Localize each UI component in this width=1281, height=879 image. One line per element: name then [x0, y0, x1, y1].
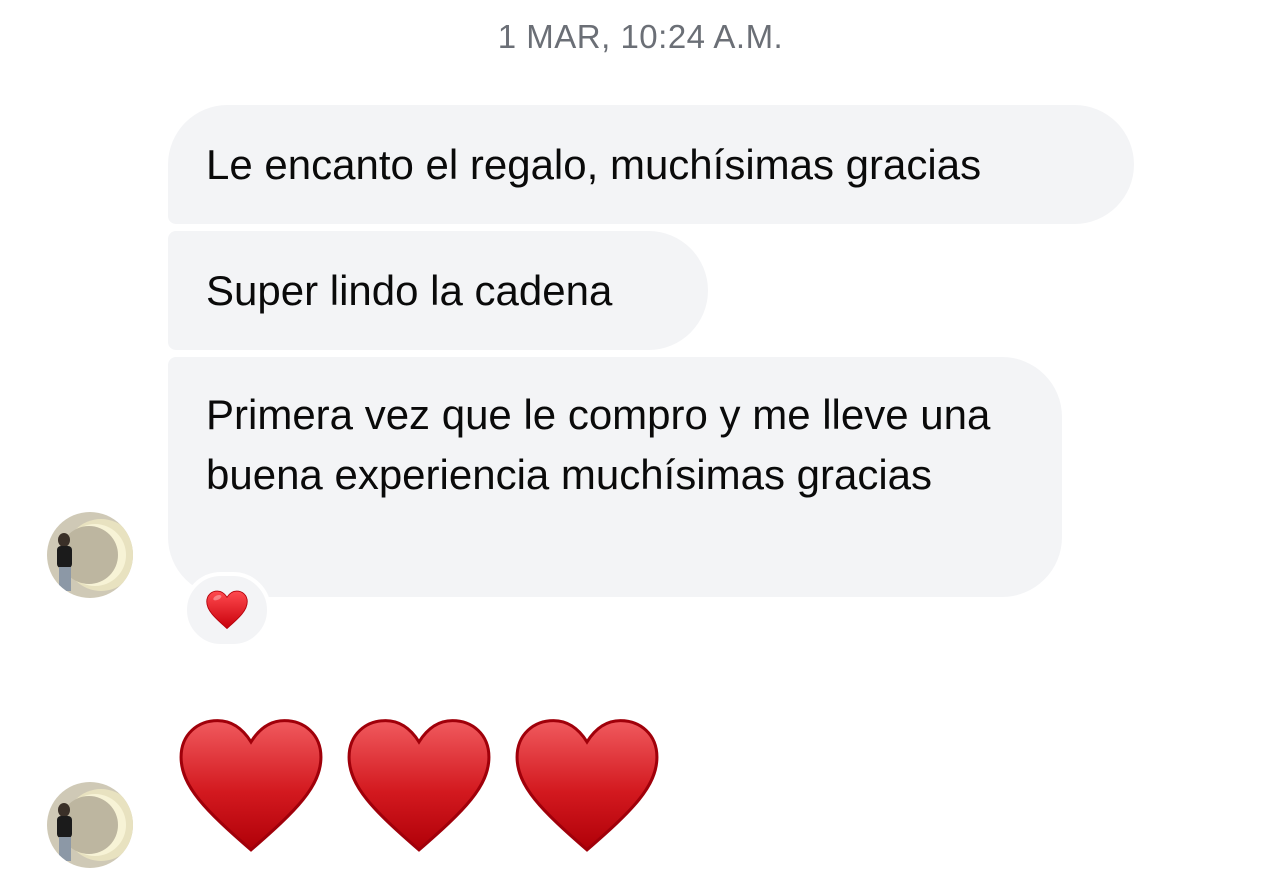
message-text: Super lindo la cadena: [206, 266, 613, 314]
avatar[interactable]: [47, 512, 133, 598]
timestamp: 1 MAR, 10:24 A.M.: [497, 18, 784, 55]
message-text: Primera vez que le compro y me lleve una…: [206, 391, 991, 498]
red-heart-icon: [206, 590, 248, 630]
message-bubble[interactable]: Primera vez que le compro y me lleve una…: [168, 357, 1062, 597]
avatar-image: [47, 512, 133, 598]
red-heart-icon: [179, 719, 323, 852]
avatar[interactable]: [47, 782, 133, 868]
red-heart-icon: [515, 719, 659, 852]
red-heart-icon: [347, 719, 491, 852]
message-text: Le encanto el regalo, muchísimas gracias: [206, 140, 982, 188]
message-bubble[interactable]: Le encanto el regalo, muchísimas gracias: [168, 105, 1134, 224]
reaction-badge[interactable]: [183, 572, 271, 648]
message-bubble[interactable]: Super lindo la cadena: [168, 231, 708, 350]
avatar-image: [47, 782, 133, 868]
